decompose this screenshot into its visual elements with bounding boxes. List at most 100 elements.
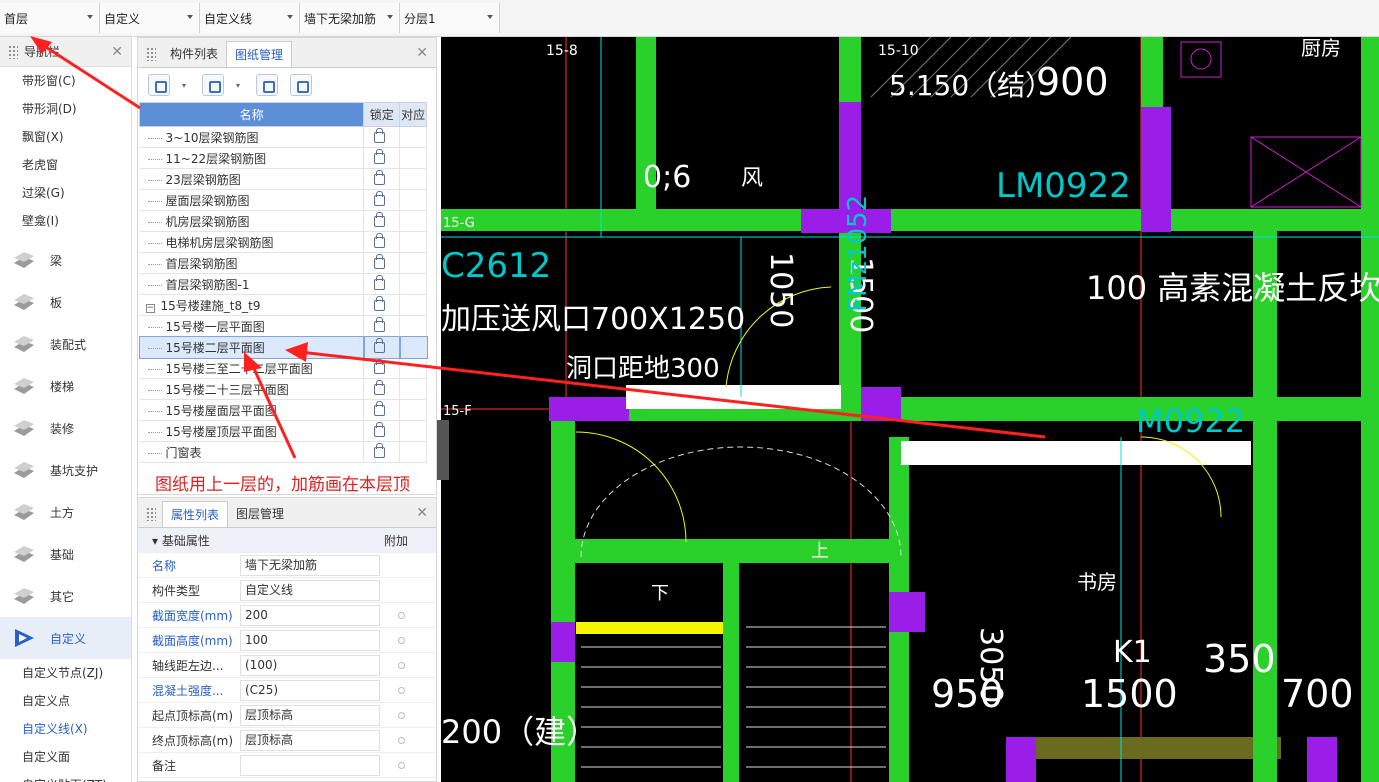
lock-cell[interactable] xyxy=(363,399,401,421)
nav-item[interactable]: 飘窗(X) xyxy=(0,123,131,151)
lock-icon[interactable] xyxy=(374,254,386,269)
tab-layer-management[interactable]: 图层管理 xyxy=(228,501,292,527)
close-icon[interactable]: ✕ xyxy=(416,45,428,61)
table-row[interactable]: 15号楼二层平面图 xyxy=(138,335,428,359)
nav-sub-item[interactable]: 自定义线(X) xyxy=(0,715,131,743)
chevron-down-icon[interactable]: ▾ xyxy=(182,81,190,90)
nav-sub-item[interactable]: 自定义点 xyxy=(0,687,131,715)
tab-drawing-management[interactable]: 图纸管理 xyxy=(226,41,293,67)
lock-icon[interactable] xyxy=(374,212,386,227)
subcategory-select[interactable]: 自定义线 xyxy=(200,3,300,33)
edit-drawing-icon[interactable] xyxy=(202,74,224,96)
table-row[interactable]: 15号楼屋顶层平面图 xyxy=(139,420,427,442)
chevron-down-icon[interactable]: ▾ xyxy=(236,81,244,90)
tree-group-row[interactable]: −15号楼建施_t8_t9 xyxy=(139,294,427,316)
nav-category[interactable]: 基础 xyxy=(0,533,131,575)
delete-icon[interactable] xyxy=(290,74,312,96)
nav-category[interactable]: 梁 xyxy=(0,239,131,281)
table-row[interactable]: 15号楼二十三层平面图 xyxy=(139,378,427,400)
lock-icon[interactable] xyxy=(374,338,386,353)
lock-icon[interactable] xyxy=(374,149,386,164)
nav-item[interactable]: 老虎窗 xyxy=(0,151,131,179)
property-value-field[interactable] xyxy=(240,754,380,776)
lock-cell[interactable] xyxy=(363,294,401,316)
lock-cell[interactable] xyxy=(363,231,401,253)
nav-item[interactable]: 带形洞(D) xyxy=(0,95,131,123)
lock-icon[interactable] xyxy=(374,128,386,143)
nav-category[interactable]: 楼梯 xyxy=(0,365,131,407)
nav-category[interactable]: 土方 xyxy=(0,491,131,533)
cad-drawing-canvas[interactable]: 15-8 15-10 15-G 15-F C2612 加压送风口700X1250… xyxy=(441,37,1379,782)
table-row[interactable]: 门窗表 xyxy=(139,441,427,463)
tab-component-list[interactable]: 构件列表 xyxy=(162,41,226,67)
lock-icon[interactable] xyxy=(374,296,386,311)
column-header-name[interactable]: 名称 xyxy=(138,102,365,127)
property-value-field[interactable]: 墙下无梁加筋 xyxy=(240,554,380,576)
nav-category[interactable]: 装修 xyxy=(0,407,131,449)
lock-icon[interactable] xyxy=(374,401,386,416)
tab-property-list[interactable]: 属性列表 xyxy=(162,501,229,527)
lock-icon[interactable] xyxy=(374,170,386,185)
extra-checkbox[interactable] xyxy=(398,711,405,719)
table-row[interactable]: 首层梁钢筋图 xyxy=(139,252,427,274)
lock-cell[interactable] xyxy=(363,378,401,400)
table-row[interactable]: 机房层梁钢筋图 xyxy=(139,210,427,232)
lock-cell[interactable] xyxy=(363,147,401,169)
table-row[interactable]: 15号楼一层平面图 xyxy=(139,315,427,337)
property-value-field[interactable]: 自定义线 xyxy=(240,579,380,601)
nav-category[interactable]: 板 xyxy=(0,281,131,323)
nav-category[interactable]: 自定义 xyxy=(0,617,131,659)
floor-select[interactable]: 首层 xyxy=(0,3,100,33)
drag-grip-icon[interactable] xyxy=(146,47,156,61)
nav-category[interactable]: 其它 xyxy=(0,575,131,617)
component-select[interactable]: 墙下无梁加筋 xyxy=(300,3,400,33)
panel-collapse-handle[interactable] xyxy=(437,420,449,480)
nav-item[interactable]: 过梁(G) xyxy=(0,179,131,207)
drag-grip-icon[interactable] xyxy=(146,507,156,521)
lock-icon[interactable] xyxy=(374,191,386,206)
property-value-field[interactable]: (100) xyxy=(240,654,380,676)
lock-cell[interactable] xyxy=(363,126,401,148)
drag-grip-icon[interactable] xyxy=(8,44,18,59)
table-row[interactable]: 3~10层梁钢筋图 xyxy=(139,126,427,148)
nav-category[interactable]: 基坑支护 xyxy=(0,449,131,491)
extra-checkbox[interactable] xyxy=(398,661,405,669)
lock-cell[interactable] xyxy=(363,273,401,295)
extra-checkbox[interactable] xyxy=(398,761,405,769)
nav-item[interactable]: 带形窗(C) xyxy=(0,67,131,95)
lock-cell[interactable] xyxy=(363,315,401,337)
close-icon[interactable]: ✕ xyxy=(111,44,123,60)
lock-cell[interactable] xyxy=(363,357,401,379)
layer-select[interactable]: 分层1 xyxy=(400,3,500,33)
close-icon[interactable]: ✕ xyxy=(416,505,428,521)
nav-category[interactable]: 装配式 xyxy=(0,323,131,365)
lock-cell[interactable] xyxy=(362,335,401,359)
property-value-field[interactable]: 层顶标高 xyxy=(240,729,380,751)
table-row[interactable]: 电梯机房层梁钢筋图 xyxy=(139,231,427,253)
extra-checkbox[interactable] xyxy=(398,686,405,694)
table-row[interactable]: 15号楼三至二十二层平面图 xyxy=(139,357,427,379)
collapse-icon[interactable]: − xyxy=(145,303,155,313)
extra-checkbox[interactable] xyxy=(398,636,405,644)
lock-cell[interactable] xyxy=(363,420,401,442)
nav-sub-item[interactable]: 自定义贴面(ZT) xyxy=(0,771,131,782)
property-value-field[interactable]: 200 xyxy=(240,604,380,626)
lock-icon[interactable] xyxy=(374,443,386,458)
table-row[interactable]: 首层梁钢筋图-1 xyxy=(139,273,427,295)
category-select[interactable]: 自定义 xyxy=(100,3,200,33)
property-value-field[interactable]: (C25) xyxy=(240,679,380,701)
property-value-field[interactable]: 层顶标高 xyxy=(240,704,380,726)
lock-cell[interactable] xyxy=(363,252,401,274)
split-drawing-icon[interactable] xyxy=(256,74,278,96)
lock-icon[interactable] xyxy=(374,233,386,248)
table-row[interactable]: 15号楼屋面层平面图 xyxy=(139,399,427,421)
lock-cell[interactable] xyxy=(363,441,401,463)
lock-cell[interactable] xyxy=(363,168,401,190)
add-drawing-icon[interactable] xyxy=(148,74,170,96)
nav-sub-item[interactable]: 自定义节点(ZJ) xyxy=(0,659,131,687)
nav-item[interactable]: 壁龛(I) xyxy=(0,207,131,235)
lock-icon[interactable] xyxy=(374,359,386,374)
lock-cell[interactable] xyxy=(363,189,401,211)
lock-icon[interactable] xyxy=(374,317,386,332)
column-header-lock[interactable]: 锁定 xyxy=(363,102,401,127)
